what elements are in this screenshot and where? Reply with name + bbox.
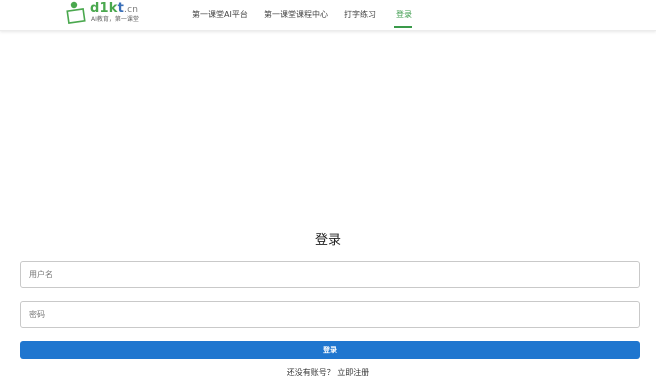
logo-wordmark: d1kt.cn	[90, 1, 139, 16]
login-submit-button[interactable]: 登录	[20, 341, 640, 359]
logo-slogan: AI教育，第一课堂	[91, 16, 139, 23]
register-prompt: 还没有账号？ 立即注册	[0, 368, 656, 378]
site-logo[interactable]: d1kt.cn AI教育，第一课堂	[66, 1, 146, 27]
nav-course-center[interactable]: 第一课堂课程中心	[264, 10, 328, 20]
nav-active-indicator	[394, 26, 412, 28]
username-input[interactable]	[20, 261, 640, 288]
login-title: 登录	[314, 233, 341, 248]
nav-login[interactable]: 登录	[396, 10, 412, 20]
register-link[interactable]: 立即注册	[337, 368, 369, 377]
top-header: d1kt.cn AI教育，第一课堂 第一课堂AI平台 第一课堂课程中心 打字练习…	[0, 0, 656, 31]
logo-person-icon	[66, 1, 86, 24]
nav-ai-platform[interactable]: 第一课堂AI平台	[192, 10, 248, 20]
password-input[interactable]	[20, 301, 640, 328]
no-account-text: 还没有账号？	[286, 368, 335, 377]
nav-typing-practice[interactable]: 打字练习	[344, 10, 376, 20]
